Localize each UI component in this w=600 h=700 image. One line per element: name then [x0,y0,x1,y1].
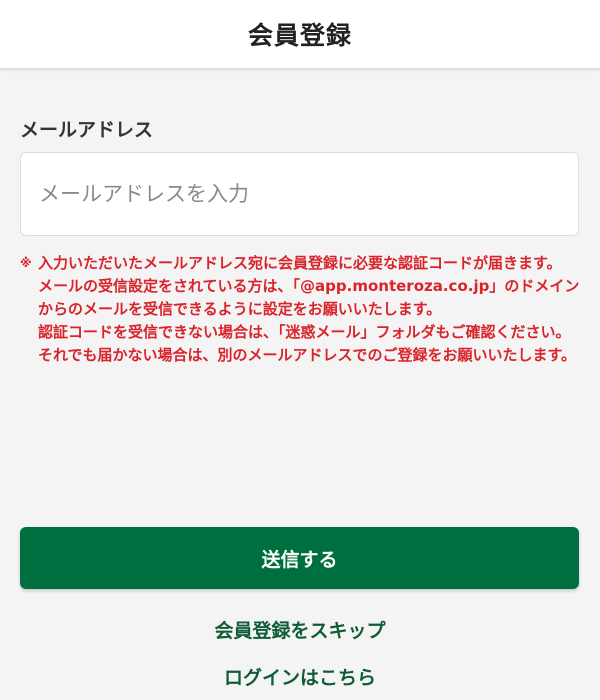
notice-asterisk: ※ [20,256,32,270]
email-input[interactable] [20,152,579,236]
notice-line-code-sent: 入力いただいたメールアドレス宛に会員登録に必要な認証コードが届きます。 [38,254,562,272]
app-header: 会員登録 [0,0,600,68]
notice-line-other-address: それでも届かない場合は、別のメールアドレスでのご登録をお願いいたします。 [38,346,577,364]
login-link[interactable]: ログインはこちら [0,663,600,690]
notice-line-domain-setting: メールの受信設定をされている方は、「@app.monteroza.co.jp」の… [38,277,580,318]
notice-line-spam-folder: 認証コードを受信できない場合は、「迷惑メール」フォルダもご確認ください。 [38,323,571,341]
skip-registration-link[interactable]: 会員登録をスキップ [0,616,600,643]
notice-body: 入力いただいたメールアドレス宛に会員登録に必要な認証コードが届きます。 メールの… [38,252,582,367]
email-label: メールアドレス [20,119,154,141]
notice-text: ※ 入力いただいたメールアドレス宛に会員登録に必要な認証コードが届きます。 メー… [20,252,582,367]
submit-button[interactable]: 送信する [20,527,579,589]
page-title: 会員登録 [247,21,352,50]
